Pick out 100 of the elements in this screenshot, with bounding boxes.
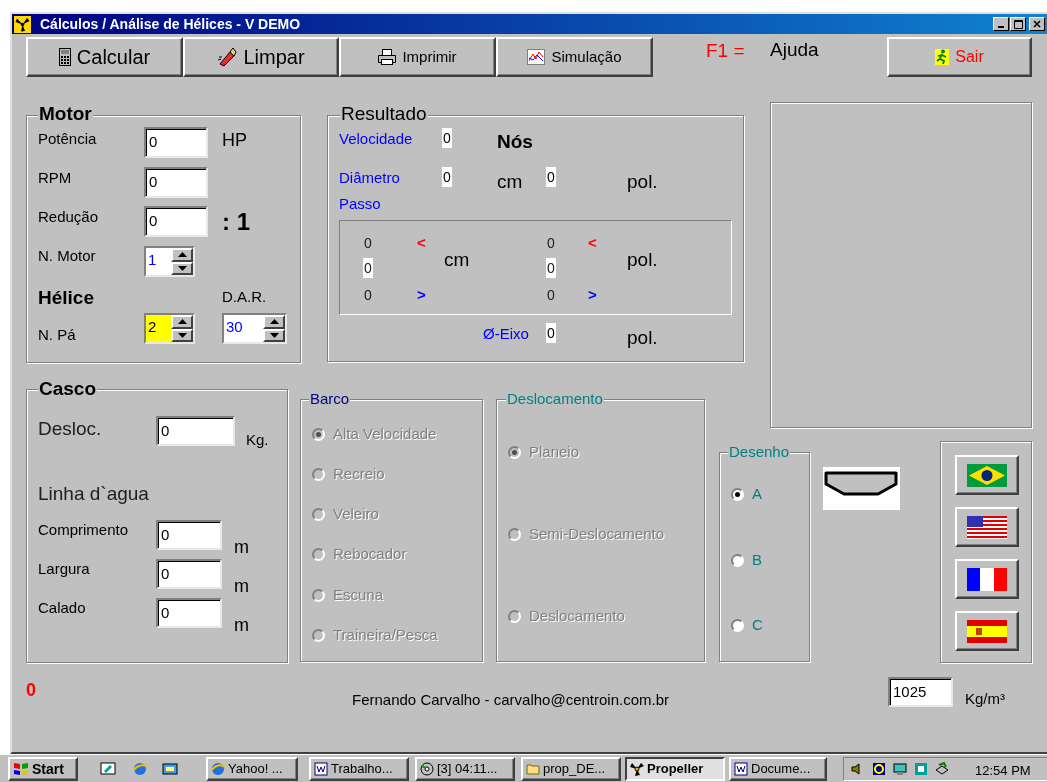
browser-icon[interactable] (132, 761, 148, 777)
taskbar-button[interactable]: [3] 04:11... (415, 757, 515, 781)
field-label: Redução (38, 207, 99, 227)
number-spinner[interactable]: 2 (144, 313, 195, 344)
status-counter: 0 (26, 679, 36, 701)
text-field[interactable]: 0 (156, 598, 222, 628)
spin-up-button[interactable] (171, 248, 193, 262)
result-label: Velocidade (339, 129, 413, 149)
calculator-icon (58, 48, 71, 66)
option-label: Planeio (529, 442, 580, 462)
field-label: Desloc. (38, 417, 102, 441)
pitch-value: 0 (363, 286, 373, 305)
window-title: Cálculos / Análise de Hélices - V DEMO (40, 15, 301, 33)
propeller-icon (14, 16, 31, 33)
unit-label: pol. (627, 170, 658, 194)
network-icon[interactable] (914, 762, 928, 776)
pitch-value: 0 (546, 234, 556, 253)
language-button[interactable] (955, 507, 1019, 547)
signal-icon[interactable] (872, 762, 886, 776)
taskbar-button[interactable]: Trabalho... (309, 757, 409, 781)
brazil-flag-icon (967, 463, 1007, 487)
disc-icon (420, 762, 434, 776)
pitch-value: 0 (546, 286, 556, 305)
document-icon (734, 762, 748, 776)
text-field[interactable]: 0 (156, 559, 222, 589)
toolbar-button[interactable]: Simulação (496, 37, 653, 77)
field-label: RPM (38, 168, 72, 188)
result-value: 0 (442, 128, 452, 148)
france-flag-icon (967, 567, 1007, 591)
result-label: Diâmetro (339, 168, 400, 188)
channel-icon[interactable] (162, 761, 178, 777)
text-field[interactable]: 0 (144, 127, 208, 158)
up-arrow-icon (177, 252, 187, 258)
field-label: Potência (38, 129, 97, 149)
unit-label: cm (444, 248, 470, 272)
limit-marker: > (417, 285, 426, 305)
result-label: Passo (339, 194, 381, 214)
spin-up-button[interactable] (171, 315, 193, 329)
down-arrow-icon (177, 332, 187, 338)
field-label: Largura (38, 559, 90, 579)
unit-label: m (234, 575, 249, 597)
limit-marker: < (588, 233, 597, 253)
monitor-icon[interactable] (893, 762, 907, 776)
field-label: Calado (38, 598, 86, 618)
start-button[interactable]: Start (8, 757, 78, 781)
limit-marker: < (417, 233, 426, 253)
option-label: Veleiro (333, 504, 379, 524)
pitch-value: 0 (363, 234, 373, 253)
number-spinner[interactable]: 30 (222, 313, 287, 344)
option-label: Semi-Deslocamento (529, 524, 665, 544)
option-label: C (752, 615, 763, 635)
propeller-icon (630, 762, 644, 776)
result-value: 0 (546, 167, 556, 187)
unit-label: m (234, 614, 249, 636)
option-label: Escuna (333, 585, 384, 605)
taskbar-button[interactable]: Yahoo! ... (206, 757, 298, 781)
toolbar-button[interactable]: Calcular (26, 37, 183, 77)
taskbar-button[interactable]: prop_DE... (521, 757, 621, 781)
toolbar-button[interactable]: Limpar (183, 37, 339, 77)
text-field[interactable]: 0 (156, 416, 235, 446)
language-button[interactable] (955, 611, 1019, 651)
language-button[interactable] (955, 559, 1019, 599)
toolbar-button[interactable]: Imprimir (339, 37, 496, 77)
minimize-button[interactable] (993, 17, 1009, 31)
option-label: Traineira/Pesca (333, 625, 438, 645)
unit-label: pol. (627, 248, 658, 272)
option-label: Alta Velocidade (333, 424, 437, 444)
pitch-value: 0 (363, 258, 373, 278)
option-label: Deslocamento (529, 606, 625, 626)
unit-label: m (234, 536, 249, 558)
unit-label: Kg. (246, 430, 269, 450)
field-label: N. Pá (38, 325, 76, 345)
language-button[interactable] (955, 455, 1019, 495)
close-icon (1033, 20, 1041, 28)
desktop-icon[interactable] (100, 761, 116, 777)
globe-icon (211, 762, 225, 776)
unit-label: cm (497, 170, 523, 194)
spain-flag-icon (967, 619, 1007, 643)
spin-up-button[interactable] (263, 315, 285, 329)
folder-icon (526, 762, 540, 776)
field-label: Comprimento (38, 520, 129, 540)
taskbar-button[interactable]: Propeller (625, 757, 725, 781)
text-field[interactable]: 0 (144, 206, 208, 237)
unit-label: pol. (627, 326, 658, 350)
option-label: Rebocador (333, 544, 407, 564)
running-man-icon (935, 49, 950, 65)
number-spinner[interactable]: 1 (144, 246, 195, 277)
taskbar-button[interactable]: Docume... (729, 757, 827, 781)
text-field[interactable]: 0 (156, 520, 222, 550)
field-label: N. Motor (38, 246, 96, 266)
ratio-label: : 1 (222, 208, 250, 236)
text-field[interactable]: 0 (144, 167, 208, 198)
option-label: A (752, 484, 762, 504)
section-label: Hélice (38, 286, 94, 310)
down-arrow-icon (177, 265, 187, 271)
maximize-button[interactable] (1010, 17, 1026, 31)
clock: 12:54 PM (975, 763, 1031, 779)
help-label: Ajuda (770, 38, 819, 62)
density-field[interactable]: 1025 (888, 677, 953, 707)
close-button[interactable] (1029, 17, 1045, 31)
